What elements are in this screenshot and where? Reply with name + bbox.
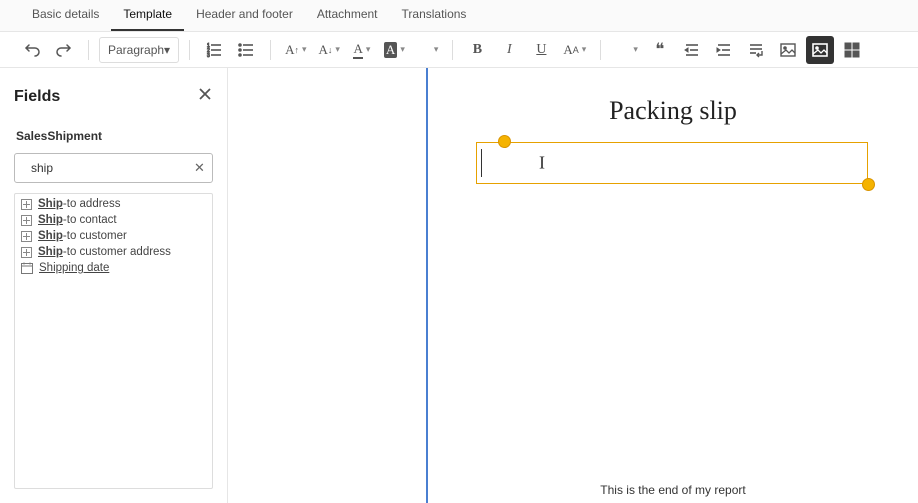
tab-attachment[interactable]: Attachment [305,0,390,31]
text-box-container: I [476,142,868,184]
expand-icon [21,199,32,210]
page-tabs: Basic details Template Header and footer… [0,0,918,32]
fields-panel-title: Fields [14,88,60,106]
toolbar-separator [600,40,601,60]
field-shipping-date[interactable]: Shipping date [15,260,212,276]
search-input[interactable] [31,161,186,175]
resize-handle-bottom-right[interactable] [862,178,875,191]
document-title: Packing slip [468,96,878,126]
ordered-list-button[interactable]: 123 [200,36,228,64]
indent-button[interactable] [710,36,738,64]
table-button[interactable]: ▾ [611,36,642,64]
toolbar-separator [189,40,190,60]
font-format-button[interactable]: AA▾ [559,36,590,64]
toolbar-separator [88,40,89,60]
undo-button[interactable] [18,36,46,64]
resize-handle-top[interactable] [498,135,511,148]
tab-header-footer[interactable]: Header and footer [184,0,305,31]
line-break-button[interactable] [742,36,770,64]
svg-text:3: 3 [207,53,210,58]
align-button[interactable]: ▾ [413,36,443,64]
redo-button[interactable] [50,36,78,64]
fields-search[interactable]: ✕ [14,153,213,183]
bold-button[interactable]: B [463,36,491,64]
document-canvas[interactable]: Packing slip I This is the end of my rep… [428,68,918,503]
expand-icon [21,231,32,242]
fields-list[interactable]: Ship-to address Ship-to contact Ship-to … [14,193,213,489]
editor-toolbar: Paragraph ▾ 123 A↑▾ A↓▾ A▾ A▾ ▾ B I U AA… [0,32,918,68]
italic-button[interactable]: I [495,36,523,64]
field-ship-to-contact[interactable]: Ship-to contact [15,212,212,228]
chevron-down-icon: ▾ [164,43,170,57]
grid-button[interactable] [838,36,866,64]
font-size-increase-button[interactable]: A↑▾ [281,36,310,64]
image-button[interactable] [774,36,802,64]
paragraph-style-label: Paragraph [108,43,164,57]
ruler-column [228,68,428,503]
clear-search-button[interactable]: ✕ [194,160,205,176]
expand-icon [21,247,32,258]
highlight-color-button[interactable]: A▾ [380,36,409,64]
selected-text-box[interactable]: I [476,142,868,184]
entity-name: SalesShipment [14,121,213,153]
fields-panel: Fields SalesShipment ✕ Ship-to address S… [0,68,228,503]
blockquote-button[interactable]: ❝ [646,36,674,64]
field-ship-to-address[interactable]: Ship-to address [15,196,212,212]
outdent-button[interactable] [678,36,706,64]
text-box-button[interactable] [806,36,834,64]
tab-template[interactable]: Template [111,0,184,31]
close-fields-button[interactable] [197,86,213,107]
underline-button[interactable]: U [527,36,555,64]
field-ship-to-customer[interactable]: Ship-to customer [15,228,212,244]
tab-basic-details[interactable]: Basic details [20,0,111,31]
paragraph-style-select[interactable]: Paragraph ▾ [99,37,179,63]
document-footer-text: This is the end of my report [600,483,745,497]
tab-translations[interactable]: Translations [390,0,479,31]
close-icon [197,86,213,102]
main-area: Fields SalesShipment ✕ Ship-to address S… [0,68,918,503]
toolbar-separator [452,40,453,60]
expand-icon [21,215,32,226]
unordered-list-button[interactable] [232,36,260,64]
text-cursor [481,149,482,177]
field-ship-to-customer-address[interactable]: Ship-to customer address [15,244,212,260]
calendar-icon [21,262,33,274]
font-color-button[interactable]: A▾ [348,36,376,64]
text-caret-icon: I [539,153,545,174]
font-size-decrease-button[interactable]: A↓▾ [315,36,344,64]
toolbar-separator [270,40,271,60]
